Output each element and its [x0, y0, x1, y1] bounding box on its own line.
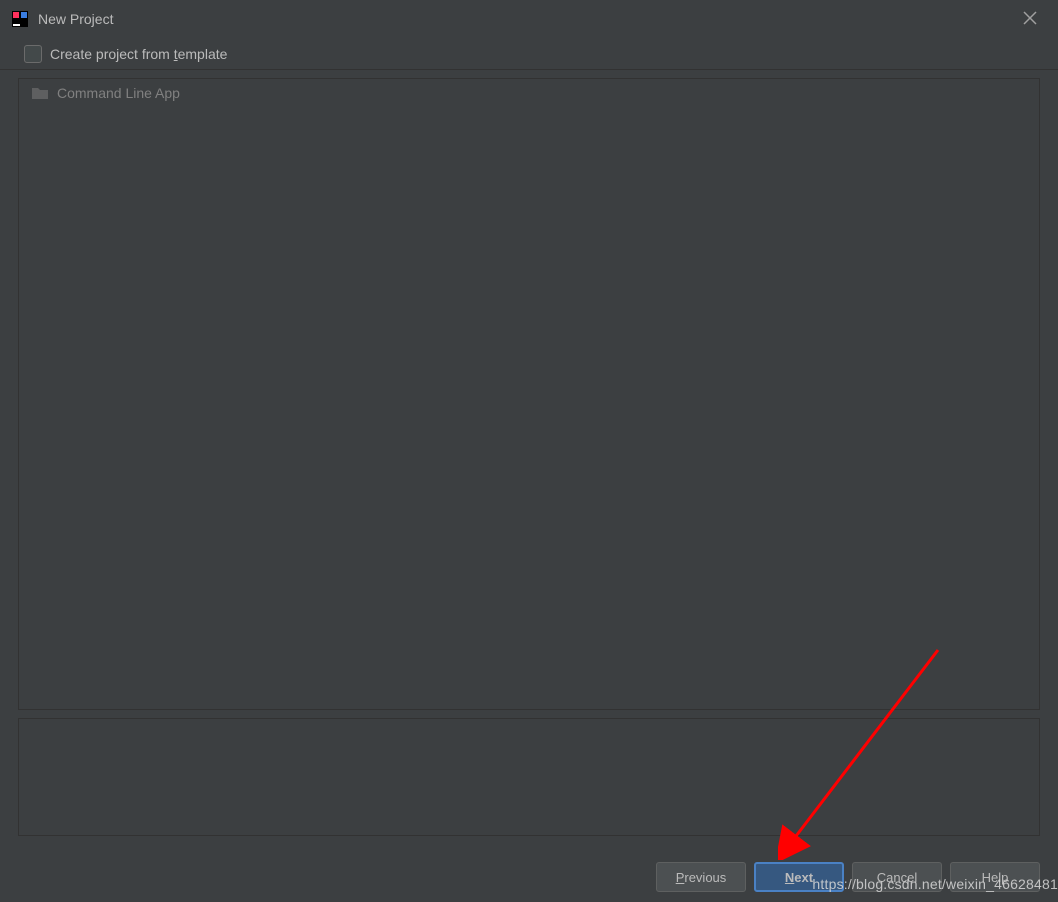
previous-button[interactable]: Previous — [656, 862, 746, 892]
help-button[interactable]: Help — [950, 862, 1040, 892]
app-icon — [12, 11, 28, 27]
list-item-label: Command Line App — [57, 85, 180, 101]
next-button[interactable]: Next — [754, 862, 844, 892]
description-panel — [18, 718, 1040, 836]
btn-text: revious — [684, 870, 726, 885]
btn-text: Help — [982, 870, 1009, 885]
button-row: Previous Next Cancel Help — [656, 862, 1040, 892]
label-text: emplate — [178, 46, 228, 62]
close-icon — [1023, 11, 1037, 25]
btn-text: Cancel — [877, 870, 917, 885]
template-list-panel: Command Line App — [18, 78, 1040, 710]
list-item[interactable]: Command Line App — [19, 79, 1039, 107]
folder-icon — [31, 86, 49, 100]
label-text: Create project from — [50, 46, 174, 62]
close-button[interactable] — [1022, 10, 1038, 26]
template-checkbox-label[interactable]: Create project from template — [50, 46, 227, 62]
btn-underline: N — [785, 870, 794, 885]
cancel-button[interactable]: Cancel — [852, 862, 942, 892]
template-checkbox[interactable] — [24, 45, 42, 63]
template-checkbox-row: Create project from template — [0, 38, 1058, 70]
window-title: New Project — [38, 11, 113, 27]
btn-text: ext — [794, 870, 813, 885]
title-bar: New Project — [0, 0, 1058, 38]
